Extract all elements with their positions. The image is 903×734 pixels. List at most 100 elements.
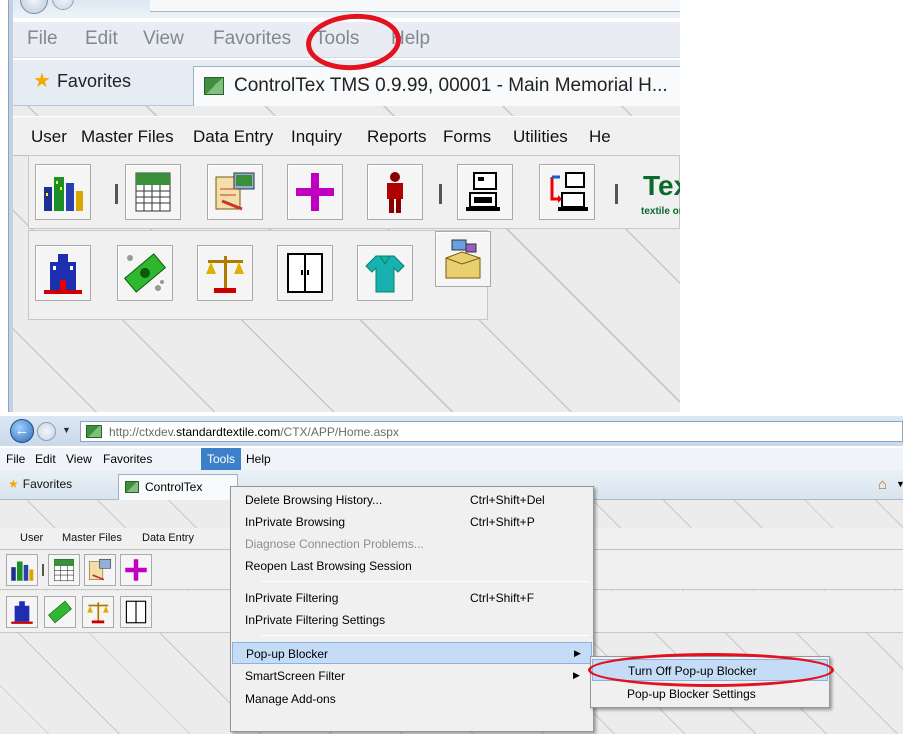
scrubs-icon bbox=[365, 255, 405, 293]
billing-button[interactable] bbox=[117, 245, 173, 301]
browser-tab[interactable]: ControlTex bbox=[118, 474, 238, 500]
toolbar-separator bbox=[615, 184, 618, 204]
menu-item-shortcut: Ctrl+Shift+F bbox=[470, 591, 535, 605]
data-entry-button[interactable] bbox=[207, 164, 263, 220]
app-menu-master-files[interactable]: Master Files bbox=[81, 127, 174, 147]
plus-icon bbox=[296, 173, 334, 211]
menu-item-label: SmartScreen Filter bbox=[245, 669, 346, 683]
scales-icon bbox=[87, 602, 109, 624]
menu-item-label: Manage Add-ons bbox=[245, 692, 336, 706]
menu-item-shortcut: Ctrl+Shift+P bbox=[470, 515, 535, 529]
menu-item-popup-blocker[interactable]: Pop-up Blocker ▶ bbox=[232, 642, 592, 664]
menu-view[interactable]: View bbox=[143, 28, 184, 50]
box-icon bbox=[445, 239, 481, 279]
menu-help[interactable]: Help bbox=[246, 452, 271, 466]
app-menu-data-entry[interactable]: Data Entry bbox=[142, 532, 194, 544]
user-button[interactable] bbox=[367, 164, 423, 220]
app-menu-user[interactable]: User bbox=[20, 532, 43, 544]
app-menu-utilities[interactable]: Utilities bbox=[513, 127, 568, 147]
add-button[interactable] bbox=[120, 554, 152, 586]
app-menu-help[interactable]: He bbox=[589, 127, 611, 147]
menu-separator bbox=[261, 581, 589, 582]
app-menu-inquiry[interactable]: Inquiry bbox=[291, 127, 342, 147]
company-logo-tagline: textile on bbox=[641, 206, 680, 217]
menu-item-diagnose-connection: Diagnose Connection Problems... bbox=[232, 533, 592, 555]
menu-item-label: Delete Browsing History... bbox=[245, 493, 383, 507]
menu-file[interactable]: File bbox=[27, 28, 58, 50]
menu-item-delete-browsing-history[interactable]: Delete Browsing History... Ctrl+Shift+Del bbox=[232, 489, 592, 511]
building-button[interactable] bbox=[35, 245, 91, 301]
home-icon[interactable]: ⌂ bbox=[878, 476, 887, 493]
billing-button[interactable] bbox=[44, 596, 76, 628]
app-menu-master-files[interactable]: Master Files bbox=[62, 532, 122, 544]
page-favicon bbox=[125, 481, 139, 493]
computer-monitor-icon bbox=[466, 172, 500, 211]
calendar-button[interactable] bbox=[48, 554, 80, 586]
menu-favorites[interactable]: Favorites bbox=[213, 28, 291, 50]
app-menubar: User Master Files Data Entry Inquiry Rep… bbox=[13, 116, 680, 156]
menu-item-inprivate-filtering-settings[interactable]: InPrivate Filtering Settings bbox=[232, 609, 592, 631]
page-favicon bbox=[204, 77, 224, 95]
weights-button[interactable] bbox=[197, 245, 253, 301]
scales-icon bbox=[206, 256, 244, 293]
zoomed-browser-view: File Edit View Favorites Tools Help ★ Fav… bbox=[0, 0, 680, 412]
building-button[interactable] bbox=[6, 596, 38, 628]
menu-item-label: InPrivate Filtering bbox=[245, 591, 339, 605]
address-bar[interactable]: http://ctxdev.standardtextile.com/CTX/AP… bbox=[80, 421, 903, 442]
facilities-button[interactable] bbox=[35, 164, 91, 220]
add-button[interactable] bbox=[287, 164, 343, 220]
menu-item-shortcut: Ctrl+Shift+Del bbox=[470, 493, 545, 507]
storage-button[interactable] bbox=[120, 596, 152, 628]
menu-item-inprivate-filtering[interactable]: InPrivate Filtering Ctrl+Shift+F bbox=[232, 587, 592, 609]
money-icon bbox=[48, 600, 72, 624]
menu-favorites[interactable]: Favorites bbox=[103, 452, 152, 466]
menu-edit[interactable]: Edit bbox=[35, 452, 56, 466]
data-entry-button[interactable] bbox=[84, 554, 116, 586]
building-icon bbox=[11, 601, 33, 624]
person-icon bbox=[387, 172, 403, 213]
browser-tab[interactable]: ControlTex TMS 0.9.99, 00001 - Main Memo… bbox=[193, 66, 680, 106]
favorites-label: Favorites bbox=[22, 477, 73, 491]
address-bar[interactable] bbox=[150, 0, 680, 12]
menu-tools[interactable]: Tools bbox=[201, 448, 242, 470]
plus-icon bbox=[125, 559, 147, 581]
menu-item-smartscreen-filter[interactable]: SmartScreen Filter ▶ bbox=[232, 665, 592, 687]
weights-button[interactable] bbox=[82, 596, 114, 628]
clipboard-computer-icon bbox=[215, 172, 255, 211]
transfer-button[interactable] bbox=[539, 164, 595, 220]
toolbar-row-1: Texk textile on bbox=[28, 155, 680, 229]
workstation-button[interactable] bbox=[457, 164, 513, 220]
home-dropdown-icon[interactable]: ▼ bbox=[896, 479, 903, 489]
menu-item-manage-add-ons[interactable]: Manage Add-ons bbox=[232, 688, 592, 710]
url-path: /CTX/APP/Home.aspx bbox=[280, 425, 399, 439]
menu-item-inprivate-browsing[interactable]: InPrivate Browsing Ctrl+Shift+P bbox=[232, 511, 592, 533]
menu-view[interactable]: View bbox=[66, 452, 92, 466]
facilities-button[interactable] bbox=[6, 554, 38, 586]
app-menu-forms[interactable]: Forms bbox=[443, 127, 491, 147]
calendar-icon bbox=[54, 558, 74, 582]
menu-item-label: Reopen Last Browsing Session bbox=[245, 559, 412, 573]
city-icon bbox=[11, 561, 34, 581]
menu-edit[interactable]: Edit bbox=[85, 28, 118, 50]
storage-button[interactable] bbox=[277, 245, 333, 301]
app-menu-user[interactable]: User bbox=[31, 127, 67, 147]
history-dropdown-icon[interactable]: ▼ bbox=[62, 425, 71, 435]
menu-separator bbox=[261, 635, 589, 636]
inventory-button[interactable] bbox=[435, 231, 491, 287]
calendar-button[interactable] bbox=[125, 164, 181, 220]
forward-button[interactable] bbox=[37, 422, 56, 441]
garments-button[interactable] bbox=[357, 245, 413, 301]
turn-off-highlight-oval bbox=[588, 653, 834, 687]
app-menu-reports[interactable]: Reports bbox=[367, 127, 427, 147]
toolbar-separator bbox=[115, 184, 118, 204]
favorites-button[interactable]: ★ Favorites bbox=[33, 68, 131, 93]
menu-item-reopen-session[interactable]: Reopen Last Browsing Session bbox=[232, 555, 592, 577]
browser-window: ← ▼ http://ctxdev.standardtextile.com/CT… bbox=[0, 416, 903, 734]
favorites-button[interactable]: ★ Favorites bbox=[8, 477, 72, 491]
menu-file[interactable]: File bbox=[6, 452, 25, 466]
calendar-icon bbox=[135, 172, 171, 212]
star-icon: ★ bbox=[8, 477, 19, 491]
back-button[interactable]: ← bbox=[10, 419, 34, 443]
tab-title: ControlTex bbox=[145, 480, 203, 494]
app-menu-data-entry[interactable]: Data Entry bbox=[193, 127, 273, 147]
